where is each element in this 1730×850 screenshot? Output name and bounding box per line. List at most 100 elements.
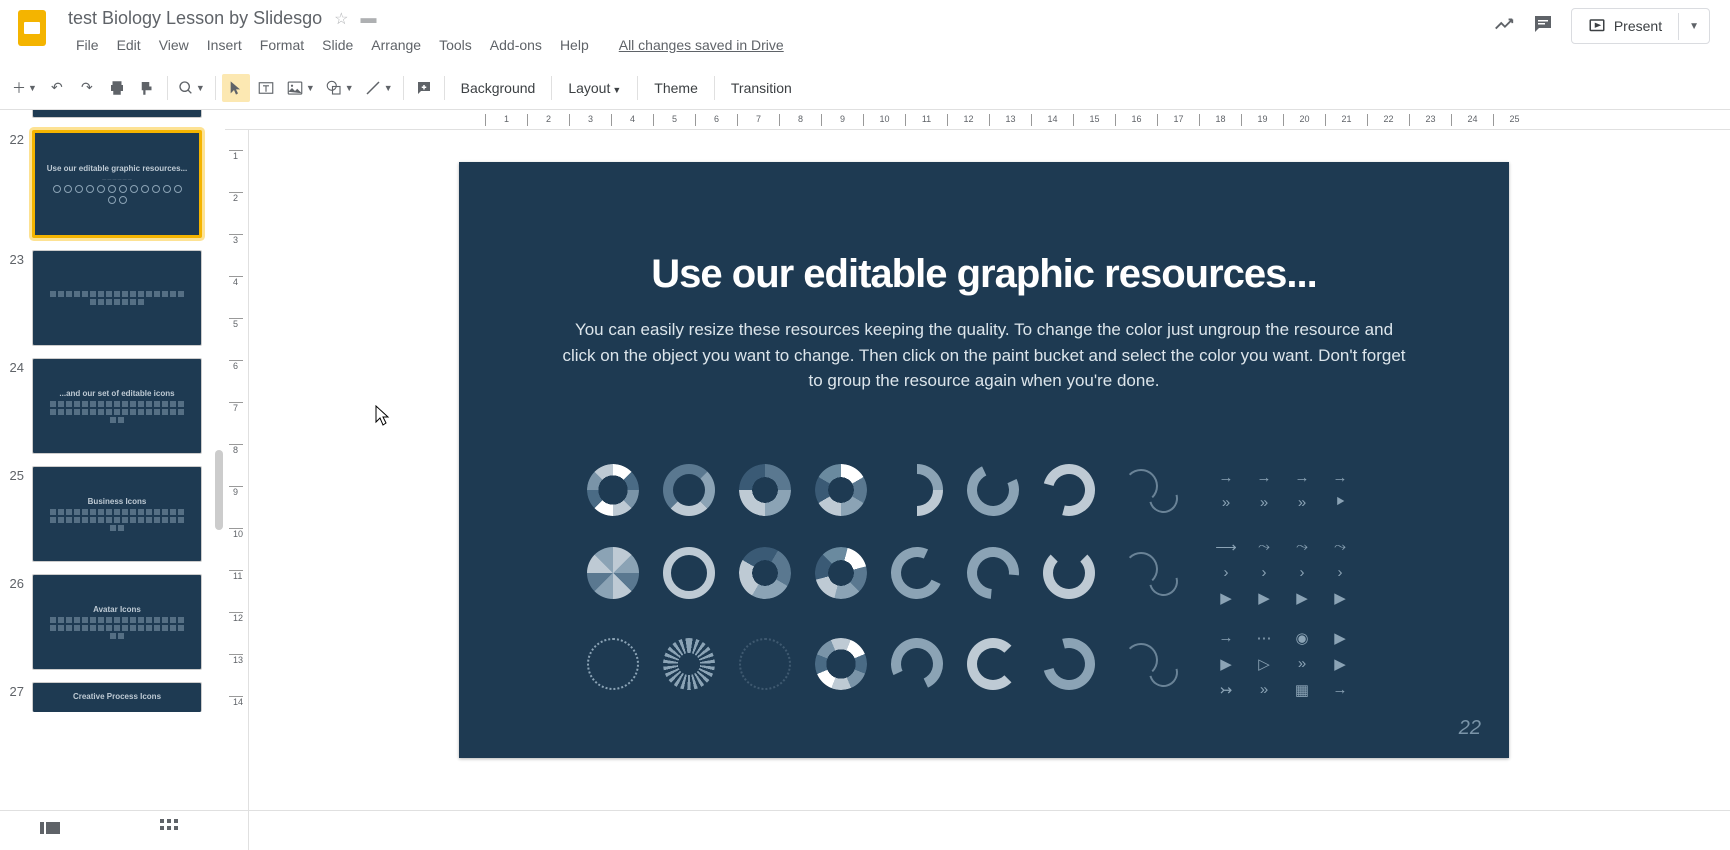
explore-icon[interactable] [1493,13,1515,40]
swirl2-icon[interactable] [1119,547,1189,599]
pie-wheel-icon[interactable] [587,547,639,599]
slide-thumb-row [4,110,217,118]
slide-thumbnail[interactable]: Use our editable graphic resources... — … [32,130,202,238]
new-slide-button[interactable]: ＋▼ [8,74,41,102]
donut-segments-icon[interactable] [729,537,800,608]
slide-thumb-row: 25 Business Icons [4,466,217,562]
filmstrip-scrollbar[interactable] [215,450,223,530]
layout-button[interactable]: Layout▼ [558,80,631,96]
menu-insert[interactable]: Insert [199,33,250,57]
folder-icon[interactable]: ▬ [361,10,377,28]
title-area: test Biology Lesson by Slidesgo ☆ ▬ File… [68,8,1493,57]
slide-thumbnail[interactable] [32,250,202,346]
ring-icon[interactable] [663,547,715,599]
doc-title[interactable]: test Biology Lesson by Slidesgo [68,8,322,29]
menu-help[interactable]: Help [552,33,597,57]
separator [714,76,715,100]
menu-view[interactable]: View [151,33,197,57]
comment-tool[interactable] [410,74,438,102]
swirl-arrows-icon[interactable] [1119,464,1189,516]
cursor-icon [375,405,391,432]
comments-icon[interactable] [1531,12,1555,41]
slide-number: 27 [4,682,32,699]
theme-button[interactable]: Theme [644,80,708,96]
menu-slide[interactable]: Slide [314,33,361,57]
undo-button[interactable]: ↶ [43,74,71,102]
bottom-bar [0,810,1730,850]
redo-button[interactable]: ↷ [73,74,101,102]
swirl3-icon[interactable] [1119,638,1189,690]
slide-number: 22 [4,130,32,147]
transition-button[interactable]: Transition [721,80,802,96]
save-status[interactable]: All changes saved in Drive [619,33,784,57]
line-tool[interactable]: ▼ [360,74,397,102]
filmstrip[interactable]: 22 Use our editable graphic resources...… [0,110,225,850]
menu-tools[interactable]: Tools [431,33,480,57]
paint-format-button[interactable] [133,74,161,102]
cycle3-icon[interactable] [956,536,1029,609]
cycle5-icon[interactable] [884,631,951,698]
cycle-open-icon[interactable] [1033,454,1104,525]
arc-arrow-icon[interactable] [880,453,954,527]
shape-tool[interactable]: ▼ [321,74,358,102]
cycle7-icon[interactable] [1033,628,1104,699]
slide-thumbnail[interactable]: ...and our set of editable icons [32,358,202,454]
donut-4seg-icon[interactable] [739,464,791,516]
donut-6seg-icon[interactable] [815,464,867,516]
menu-format[interactable]: Format [252,33,312,57]
slide-thumbnail[interactable]: Avatar Icons [32,574,202,670]
small-arrows-group[interactable]: →→→→ »»»⯈ [1213,469,1363,511]
slide-body[interactable]: You can easily resize these resources ke… [559,317,1409,394]
faint-circle-icon[interactable] [739,638,791,690]
small-arrows-group3[interactable]: →⋯◉▶ ▶▷»▶ ↣»▦→ [1213,629,1363,699]
donut-chart-icon[interactable] [587,464,639,516]
ring-segments-icon[interactable] [663,464,715,516]
present-button-group: Present ▼ [1571,8,1710,44]
vertical-ruler: 1234567891011121314 [225,130,249,850]
image-tool[interactable]: ▼ [282,74,319,102]
cycle4-icon[interactable] [1043,547,1095,599]
slide-thumbnail[interactable]: Creative Process Icons [32,682,202,712]
slide-number: 23 [4,250,32,267]
separator [637,76,638,100]
present-button[interactable]: Present [1572,9,1678,43]
sunburst-icon[interactable] [663,638,715,690]
slide-canvas[interactable]: Use our editable graphic resources... Yo… [249,130,1730,850]
main-area: 22 Use our editable graphic resources...… [0,110,1730,850]
slide-thumbnail[interactable]: Business Icons [32,466,202,562]
cycle-arrows-icon[interactable] [960,457,1027,524]
grid-view-icon[interactable] [160,819,178,842]
starburst-icon[interactable] [807,630,875,698]
current-slide[interactable]: Use our editable graphic resources... Yo… [459,162,1509,758]
separator [444,76,445,100]
present-dropdown[interactable]: ▼ [1678,13,1709,40]
slide-thumb-row: 23 [4,250,217,346]
textbox-tool[interactable] [252,74,280,102]
menu-edit[interactable]: Edit [109,33,149,57]
menubar: File Edit View Insert Format Slide Arran… [68,33,1493,57]
print-button[interactable] [103,74,131,102]
filmstrip-view-icon[interactable] [40,820,60,841]
small-arrows-group2[interactable]: ⟶⤳⤳⤳ ›››› ▶▶▶▶ [1213,538,1363,607]
slide-title[interactable]: Use our editable graphic resources... [459,252,1509,297]
menu-file[interactable]: File [68,33,107,57]
menu-arrange[interactable]: Arrange [363,33,429,57]
star-icon[interactable]: ☆ [334,9,348,29]
dotted-circle-icon[interactable] [587,638,639,690]
select-tool[interactable] [222,74,250,102]
slide-thumb-row: 22 Use our editable graphic resources...… [4,130,217,238]
slide-thumbnail[interactable] [32,110,202,118]
app-header: test Biology Lesson by Slidesgo ☆ ▬ File… [0,0,1730,66]
slides-logo[interactable] [12,8,52,48]
present-label: Present [1614,18,1662,34]
donut-segments2-icon[interactable] [809,541,873,605]
cycle2-icon[interactable] [884,539,951,606]
menu-addons[interactable]: Add-ons [482,33,550,57]
slide-thumb-row: 26 Avatar Icons [4,574,217,670]
toolbar: ＋▼ ↶ ↷ ▼ ▼ ▼ ▼ Background Layout▼ Theme … [0,66,1730,110]
slide-thumb-row: 24 ...and our set of editable icons [4,358,217,454]
background-button[interactable]: Background [451,80,546,96]
separator [403,76,404,100]
cycle6-icon[interactable] [967,638,1019,690]
zoom-button[interactable]: ▼ [174,74,209,102]
